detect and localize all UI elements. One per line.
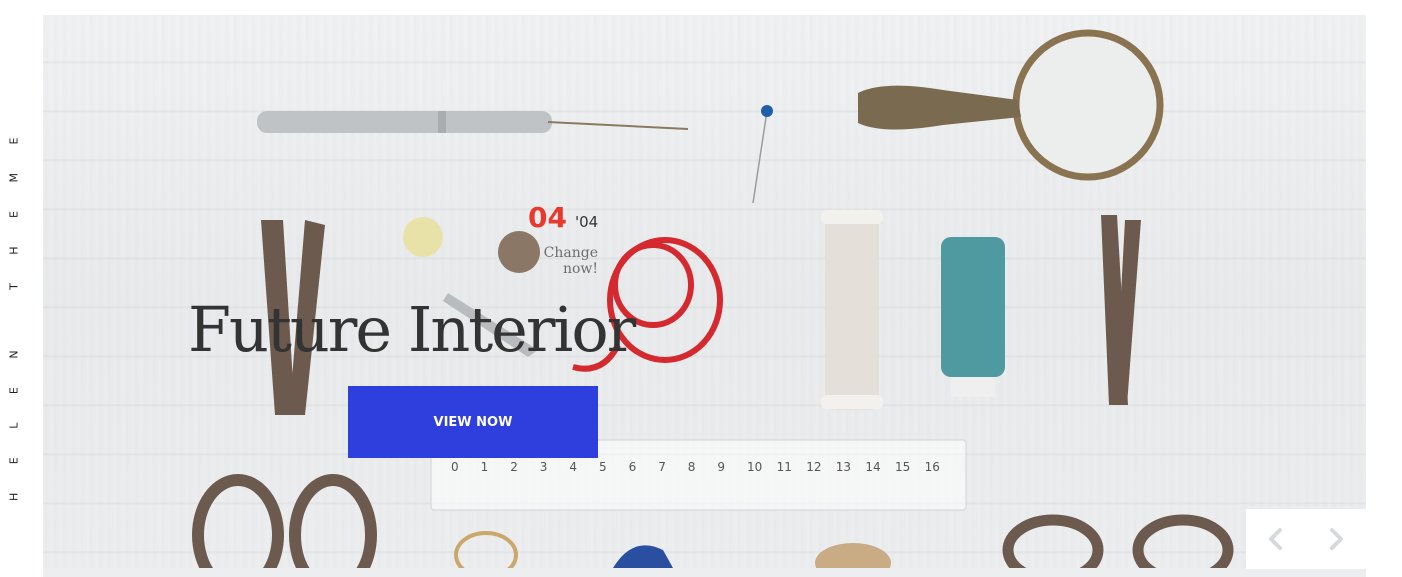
side-brand: HELEN THEME [0, 0, 28, 577]
slide-total-number: '04 [574, 213, 599, 231]
ring-image [454, 531, 518, 568]
ruler-number: 9 [717, 460, 726, 474]
ruler-number: 13 [835, 460, 852, 474]
button-image [403, 217, 443, 257]
prev-slide-button[interactable] [1246, 509, 1306, 569]
right-scissors-image [1002, 215, 1234, 568]
slide-current-number: 04 [528, 201, 567, 234]
ruler-number: 1 [480, 460, 489, 474]
ruler-number: 11 [776, 460, 792, 474]
ruler-number: 5 [599, 460, 607, 474]
bottom-strip [43, 568, 1366, 577]
ruler-number: 3 [539, 460, 548, 474]
hero-slider: 0 1 2 3 4 5 6 7 8 9 10 11 12 13 14 15 16 04'04 Change no… [43, 15, 1366, 568]
ruler-number: 15 [895, 460, 911, 474]
ruler-number: 0 [451, 460, 459, 474]
ruler-number: 8 [687, 460, 696, 474]
chevron-left-icon [1269, 528, 1282, 550]
brand-vertical-text: HELEN THEME [7, 109, 21, 501]
ruler-number: 12 [806, 460, 822, 474]
ruler-number: 16 [924, 460, 940, 474]
teal-thread-spool-image [941, 237, 1005, 397]
slide-title: Future Interior [188, 293, 636, 366]
white-thread-spool-image [821, 210, 883, 410]
ruler-number: 14 [865, 460, 881, 474]
next-slide-button[interactable] [1306, 509, 1366, 569]
twine-image [815, 543, 891, 568]
slide-counter: 04 '04 [528, 201, 598, 234]
chevron-right-icon [1330, 528, 1343, 550]
ruler-number: 4 [569, 460, 578, 474]
left-scissors-image [192, 220, 377, 568]
slide-subtitle: Change now! [543, 245, 598, 277]
view-now-button[interactable]: VIEW NOW [348, 386, 598, 458]
hero-background-image [192, 29, 1234, 568]
ruler-number: 2 [510, 460, 518, 474]
slider-nav [1246, 509, 1366, 569]
chalk-image [613, 545, 673, 568]
pin-image [752, 105, 773, 204]
ruler-number: 6 [628, 460, 637, 474]
ruler-number: 7 [658, 460, 666, 474]
awl-tool-image [257, 111, 689, 133]
ruler-number: 10 [747, 460, 763, 474]
magnifier-image [858, 29, 1164, 181]
ruler-numbers: 0 1 2 3 4 5 6 7 8 9 10 11 12 13 14 15 16 [451, 460, 951, 480]
